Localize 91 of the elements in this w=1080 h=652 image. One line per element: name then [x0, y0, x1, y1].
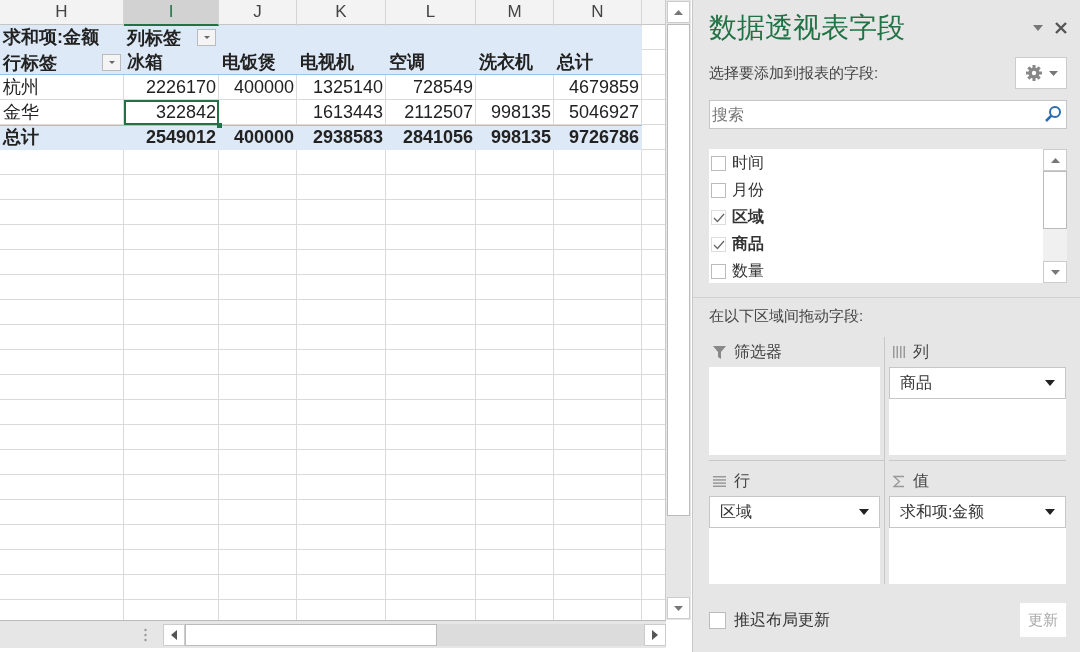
table-cell[interactable]: 1613443	[297, 100, 386, 125]
field-label[interactable]: 时间	[732, 153, 764, 174]
right-arrow-icon	[652, 629, 658, 640]
filter-dropdown-button[interactable]	[197, 29, 216, 46]
filter-dropdown-button[interactable]	[102, 54, 121, 71]
close-icon[interactable]	[1055, 22, 1067, 34]
field-chip[interactable]: 商品	[889, 367, 1066, 399]
area-label: 行	[734, 470, 750, 491]
field-chip[interactable]: 求和项:金额	[889, 496, 1066, 528]
table-cell[interactable]: 1325140	[297, 75, 386, 100]
field-checkbox[interactable]	[711, 264, 726, 279]
table-cell[interactable]: 998135	[476, 100, 554, 125]
drop-zone[interactable]: 求和项:金额	[889, 496, 1066, 584]
caret-icon	[859, 509, 869, 515]
table-cell[interactable]: 2549012	[124, 125, 219, 150]
area-label: 值	[913, 470, 929, 491]
area-label: 列	[913, 341, 929, 362]
chip-label: 商品	[900, 372, 932, 393]
scroll-right-button[interactable]	[644, 623, 666, 646]
table-cell[interactable]: 9726786	[554, 125, 642, 150]
row-label: 总计	[3, 127, 39, 147]
drop-zone[interactable]: 商品	[889, 367, 1066, 455]
row-label: 金华	[3, 102, 39, 122]
filter-icon	[713, 345, 726, 359]
panel-subtitle: 选择要添加到报表的字段:	[709, 63, 879, 83]
value-field-label: 求和项:金额	[3, 27, 99, 47]
drop-zone[interactable]: 区域	[709, 496, 880, 584]
table-cell[interactable]: 998135	[476, 125, 554, 150]
gear-icon	[1024, 64, 1043, 82]
table-cell[interactable]: 2226170	[124, 75, 219, 100]
row-label: 杭州	[3, 77, 39, 97]
field-checkbox[interactable]	[711, 183, 726, 198]
column-labels-header: 列标签	[127, 26, 181, 50]
table-cell[interactable]: 400000	[219, 75, 297, 100]
table-cell[interactable]: 400000	[219, 125, 297, 150]
table-cell[interactable]: 5046927	[554, 100, 642, 125]
table-cell[interactable]: 2112507	[386, 100, 476, 125]
scrollbar-thumb[interactable]	[667, 24, 690, 516]
scroll-left-button[interactable]	[163, 623, 185, 646]
caret-icon	[202, 35, 211, 40]
field-label[interactable]: 月份	[732, 180, 764, 201]
table-cell[interactable]: 728549	[386, 75, 476, 100]
areas-hint: 在以下区域间拖动字段:	[709, 307, 865, 326]
down-arrow-icon	[674, 605, 683, 611]
field-checkbox[interactable]	[711, 156, 726, 171]
scroll-down-button[interactable]	[667, 597, 690, 619]
field-checkbox[interactable]	[711, 210, 726, 225]
table-cell[interactable]: 322842	[124, 100, 219, 125]
product-header: 电饭煲	[222, 52, 276, 72]
scroll-down-button[interactable]	[1043, 261, 1067, 283]
table-cell[interactable]: 2938583	[297, 125, 386, 150]
splitter-handle-icon[interactable]	[144, 627, 147, 642]
panel-options-caret-icon[interactable]	[1033, 25, 1043, 31]
up-arrow-icon	[1050, 157, 1060, 163]
settings-button[interactable]	[1015, 57, 1067, 89]
table-cell[interactable]: 4679859	[554, 75, 642, 100]
rows-icon	[713, 475, 726, 487]
chip-label: 区域	[720, 501, 752, 522]
panel-title: 数据透视表字段	[709, 11, 905, 45]
search-icon[interactable]	[1044, 105, 1062, 123]
product-header: 电视机	[300, 52, 354, 72]
field-label[interactable]: 商品	[732, 234, 764, 255]
search-field[interactable]: 搜索	[709, 100, 1067, 129]
product-header: 总计	[557, 52, 593, 72]
field-checkbox[interactable]	[711, 237, 726, 252]
caret-icon	[1045, 509, 1055, 515]
up-arrow-icon	[674, 9, 683, 15]
caret-icon	[1045, 380, 1055, 386]
column-header[interactable]: I	[124, 0, 219, 26]
row-labels-header: 行标签	[3, 51, 57, 75]
scrollbar-thumb[interactable]	[1043, 171, 1067, 229]
sigma-icon	[893, 474, 905, 488]
down-arrow-icon	[1050, 269, 1060, 275]
caret-icon	[1048, 70, 1058, 76]
field-label[interactable]: 区域	[732, 207, 764, 228]
columns-icon	[893, 346, 905, 358]
scroll-up-button[interactable]	[667, 1, 690, 23]
scrollbar-thumb[interactable]	[185, 623, 437, 646]
product-header: 冰箱	[127, 52, 163, 72]
field-chip[interactable]: 区域	[709, 496, 880, 528]
product-header: 洗衣机	[479, 52, 533, 72]
defer-update-checkbox[interactable]	[709, 611, 726, 629]
caret-icon	[107, 60, 116, 65]
scroll-up-button[interactable]	[1043, 149, 1067, 171]
table-cell[interactable]: 2841056	[386, 125, 476, 150]
field-label[interactable]: 数量	[732, 261, 764, 282]
defer-update-label[interactable]: 推迟布局更新	[734, 609, 1011, 631]
product-header: 空调	[389, 52, 425, 72]
left-arrow-icon	[171, 629, 177, 640]
area-label: 筛选器	[734, 341, 782, 362]
chip-label: 求和项:金额	[900, 501, 985, 522]
